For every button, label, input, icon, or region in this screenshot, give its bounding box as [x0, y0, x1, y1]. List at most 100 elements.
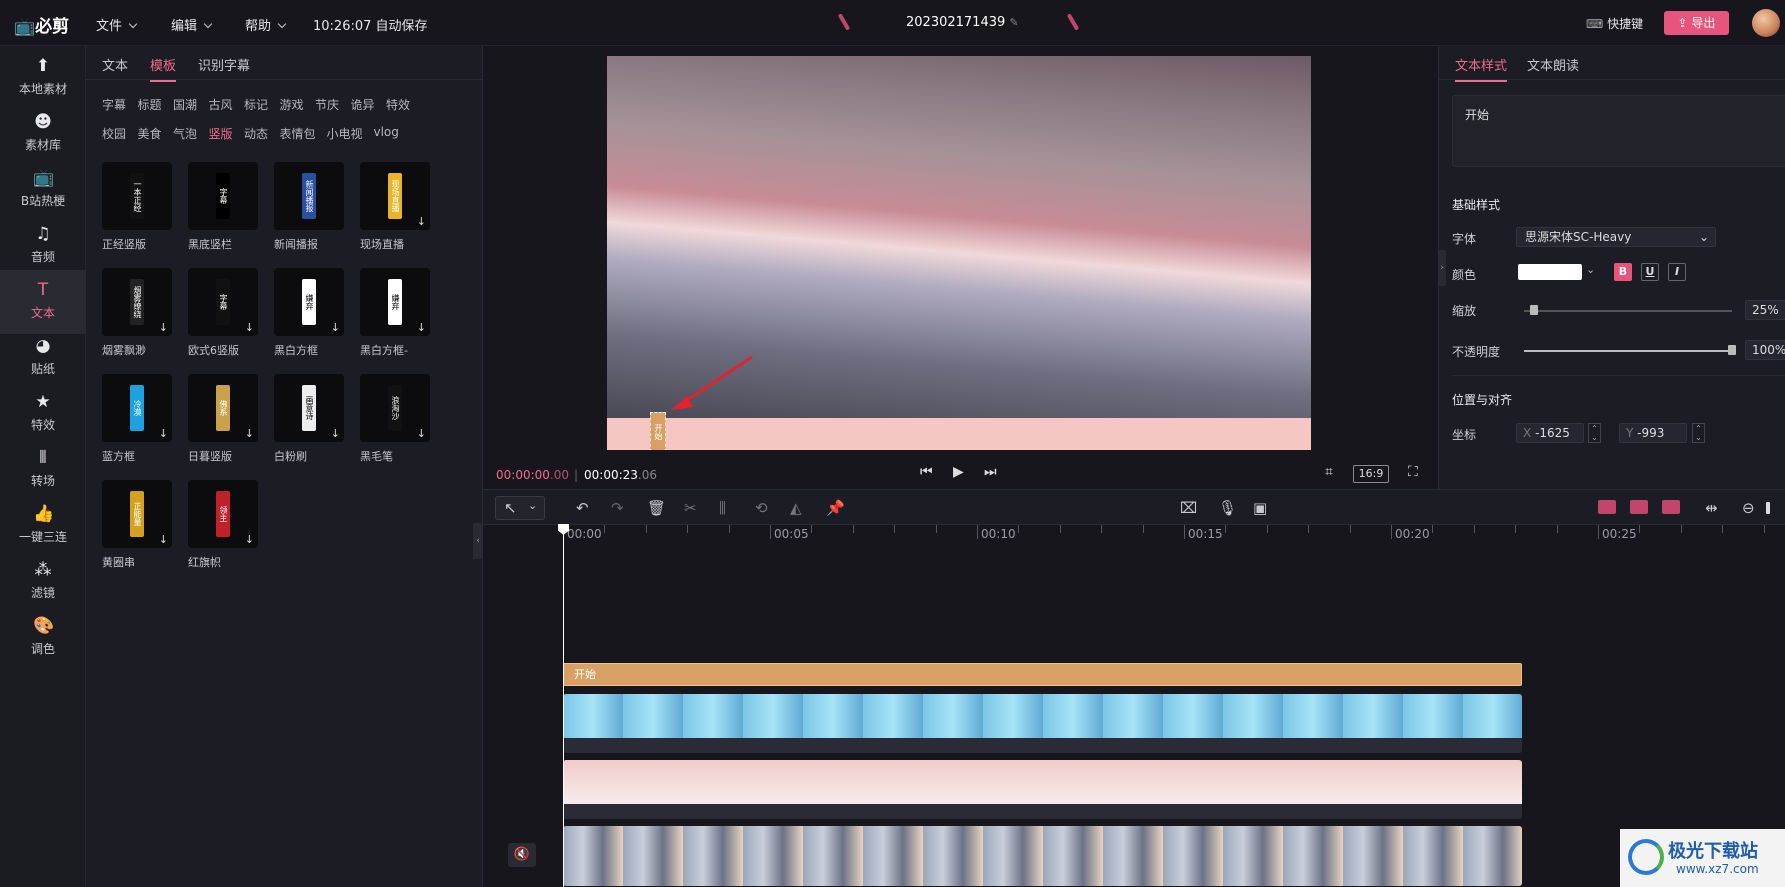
download-icon[interactable]: ↓: [417, 321, 426, 334]
zoom-slider-handle[interactable]: [1766, 502, 1770, 514]
category-标记[interactable]: 标记: [244, 96, 268, 113]
category-动态[interactable]: 动态: [244, 125, 268, 142]
camera-record-icon[interactable]: ▣: [1253, 499, 1267, 517]
category-表情包[interactable]: 表情包: [280, 125, 316, 142]
category-字幕[interactable]: 字幕: [102, 96, 126, 113]
download-icon[interactable]: ↓: [159, 321, 168, 334]
microphone-icon[interactable]: 🎙: [1218, 499, 1237, 517]
template-card[interactable]: 领主 ↓: [188, 480, 258, 548]
download-icon[interactable]: ↓: [331, 427, 340, 440]
project-title[interactable]: 202302171439 ✎: [906, 15, 1019, 30]
download-icon[interactable]: ↓: [245, 427, 254, 440]
download-icon[interactable]: ↓: [245, 533, 254, 546]
template-card[interactable]: 烟雾缭绕 ↓: [102, 268, 172, 336]
nav-item-9[interactable]: ⁂ 滤镜: [0, 550, 86, 614]
collapse-panel-handle[interactable]: ‹: [473, 523, 483, 559]
template-card[interactable]: 字幕: [188, 162, 258, 230]
video-clip-pink[interactable]: [563, 760, 1522, 819]
y-stepper-icon[interactable]: ⌃ ⌄: [1692, 423, 1705, 443]
audio-separate-icon[interactable]: [1662, 500, 1680, 514]
nav-item-4[interactable]: T 文本: [0, 270, 86, 334]
scale-slider[interactable]: [1524, 310, 1732, 312]
shortcut-button[interactable]: ⌨ 快捷键: [1586, 15, 1643, 32]
undo-icon[interactable]: ↶: [576, 499, 589, 517]
marker-pin-icon[interactable]: 📌: [826, 499, 845, 517]
category-古风[interactable]: 古风: [209, 96, 233, 113]
template-card[interactable]: 一本正经: [102, 162, 172, 230]
template-card[interactable]: 冷漠 ↓: [102, 374, 172, 442]
zoom-out-icon[interactable]: ⊖: [1742, 499, 1755, 517]
nav-item-10[interactable]: 🎨 调色: [0, 606, 86, 670]
tab-text[interactable]: 文本: [102, 55, 128, 74]
crop-icon[interactable]: ⌗: [1325, 464, 1333, 480]
text-content-input[interactable]: 开始: [1452, 95, 1785, 167]
video-preview[interactable]: 开始: [607, 56, 1311, 450]
download-icon[interactable]: ↓: [159, 533, 168, 546]
category-国潮[interactable]: 国潮: [173, 96, 197, 113]
template-card[interactable]: 新闻播报: [274, 162, 344, 230]
nav-item-7[interactable]: ⫴ 转场: [0, 438, 86, 502]
tab-recognize-subtitle[interactable]: 识别字幕: [198, 55, 250, 74]
mute-track-icon[interactable]: 🔇: [508, 843, 536, 867]
menu-help[interactable]: 帮助: [245, 15, 287, 34]
category-节庆[interactable]: 节庆: [315, 96, 339, 113]
nav-item-8[interactable]: 👍 一键三连: [0, 494, 86, 558]
next-frame-icon[interactable]: ⏭: [984, 464, 997, 480]
split-icon[interactable]: ⫼: [719, 499, 726, 517]
italic-button[interactable]: I: [1668, 263, 1686, 281]
text-overlay-box[interactable]: 开始: [650, 412, 666, 450]
nav-item-1[interactable]: ☻ 素材库: [0, 102, 86, 166]
opacity-value-input[interactable]: 100%: [1745, 340, 1785, 360]
download-icon[interactable]: ↓: [159, 427, 168, 440]
select-tool[interactable]: ↖ ⌄: [495, 496, 545, 520]
nav-item-3[interactable]: ♫ 音频: [0, 214, 86, 278]
replace-icon[interactable]: ⟲: [755, 499, 768, 517]
template-card[interactable]: 浪淘沙 ↓: [360, 374, 430, 442]
fullscreen-icon[interactable]: ⛶: [1408, 464, 1418, 480]
play-icon[interactable]: ▶: [953, 464, 964, 480]
delete-icon[interactable]: 🗑: [647, 499, 666, 517]
template-card[interactable]: 画意诗 ↓: [274, 374, 344, 442]
cut-icon[interactable]: ✂: [684, 499, 697, 517]
category-vlog[interactable]: vlog: [374, 125, 399, 139]
template-card[interactable]: 嫌弃 ↓: [274, 268, 344, 336]
link-track-icon[interactable]: [1598, 500, 1616, 514]
avatar[interactable]: [1752, 9, 1780, 37]
category-竖版[interactable]: 竖版: [209, 125, 233, 142]
underline-button[interactable]: U: [1641, 263, 1659, 281]
download-icon[interactable]: ↓: [417, 427, 426, 440]
x-stepper-icon[interactable]: ⌃ ⌄: [1588, 423, 1601, 443]
template-card[interactable]: 正能量 ↓: [102, 480, 172, 548]
menu-file[interactable]: 文件: [96, 15, 138, 34]
tab-text-reading[interactable]: 文本朗读: [1527, 55, 1579, 74]
download-icon[interactable]: ↓: [417, 215, 426, 228]
scale-value-input[interactable]: 25%: [1745, 300, 1785, 320]
edit-icon[interactable]: ✎: [1009, 16, 1018, 29]
template-card[interactable]: 嫌弃 ↓: [360, 268, 430, 336]
nav-item-0[interactable]: ⬆ 本地素材: [0, 46, 86, 110]
category-小电视[interactable]: 小电视: [327, 125, 363, 142]
redo-icon[interactable]: ↷: [611, 499, 624, 517]
chevron-down-icon[interactable]: ⌄: [1586, 263, 1595, 276]
previous-frame-icon[interactable]: ⏮: [920, 464, 933, 480]
y-coord-input[interactable]: Y -993: [1619, 423, 1687, 443]
text-clip[interactable]: 开始: [563, 663, 1522, 686]
template-card[interactable]: 现场直播 ↓: [360, 162, 430, 230]
nav-item-6[interactable]: ★ 特效: [0, 382, 86, 446]
font-select[interactable]: 思源宋体SC-Heavy ⌄: [1516, 227, 1716, 247]
template-card[interactable]: 佛系 ↓: [188, 374, 258, 442]
tab-text-style[interactable]: 文本样式: [1455, 55, 1508, 82]
opacity-slider-handle[interactable]: [1728, 345, 1736, 355]
playhead[interactable]: [563, 524, 564, 887]
aspect-ratio-button[interactable]: 16:9: [1353, 465, 1389, 483]
nav-item-2[interactable]: 📺 B站热梗: [0, 158, 86, 222]
export-button[interactable]: ⇪ 导出: [1664, 11, 1729, 35]
download-icon[interactable]: ↓: [245, 321, 254, 334]
category-标题[interactable]: 标题: [138, 96, 162, 113]
bold-button[interactable]: B: [1614, 263, 1632, 281]
auto-caption-icon[interactable]: ⌧: [1180, 499, 1197, 517]
tab-template[interactable]: 模板: [150, 55, 177, 82]
mirror-icon[interactable]: ◭: [790, 499, 802, 517]
color-swatch[interactable]: [1518, 264, 1582, 280]
download-icon[interactable]: ↓: [331, 321, 340, 334]
